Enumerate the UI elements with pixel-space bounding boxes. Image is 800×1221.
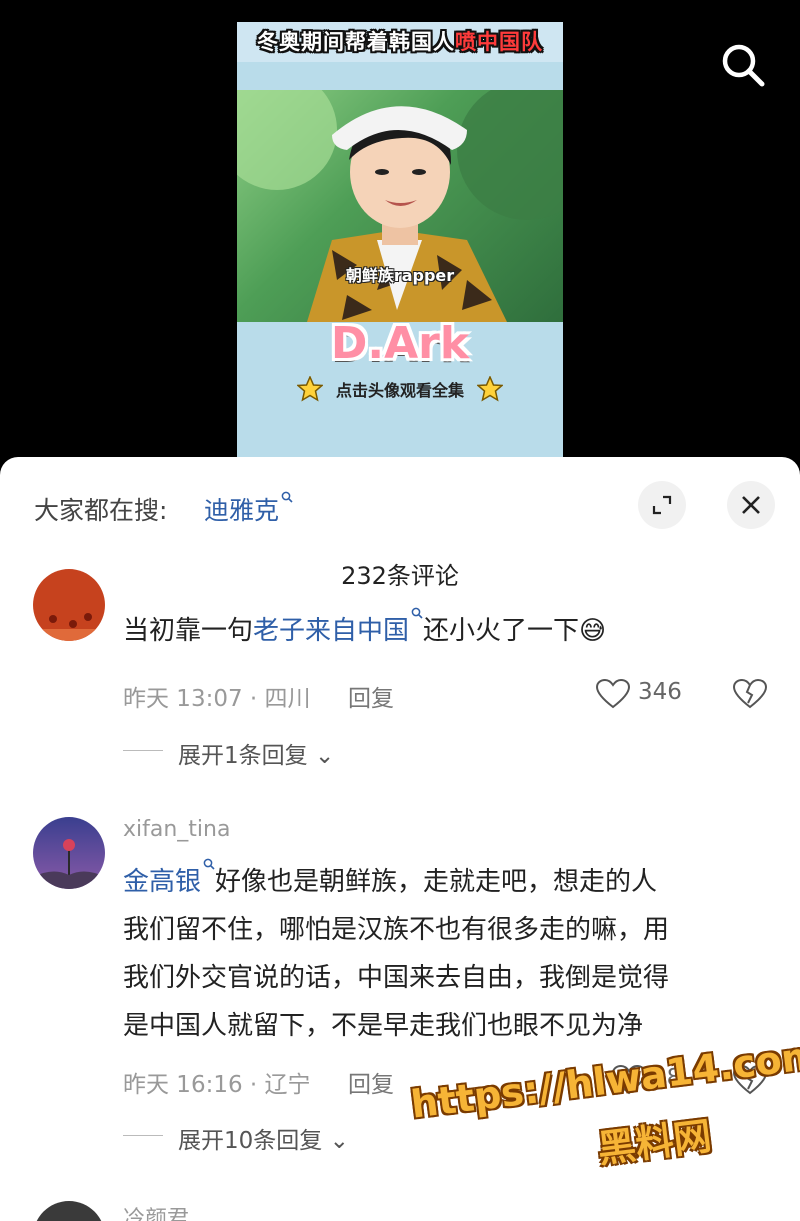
video-banner: 冬奥期间帮着韩国人喷中国队 <box>237 22 563 62</box>
comment-keyword-link[interactable]: 老子来自中国 <box>253 607 423 646</box>
search-icon <box>722 44 765 87</box>
like-button[interactable] <box>595 678 631 713</box>
search-button[interactable] <box>718 40 768 90</box>
comment-meta: 昨天 16:16 · 辽宁 <box>123 1072 311 1098</box>
like-count: 98 <box>652 1065 682 1091</box>
dislike-button[interactable] <box>732 1064 768 1099</box>
expand-icon <box>652 495 672 515</box>
trending-label: 大家都在搜: <box>34 496 168 525</box>
dislike-button[interactable] <box>732 678 768 713</box>
close-icon <box>742 496 760 514</box>
star-icon <box>477 376 504 402</box>
video-title: D.Ark <box>330 318 470 369</box>
comment-text: 金高银 好像也是朝鲜族，走就走吧，想走的人 我们留不住，哪怕是汉族不也有很多走的嘛… <box>123 858 763 1050</box>
reply-button[interactable]: 回复 <box>348 1065 394 1099</box>
search-icon <box>281 491 293 503</box>
reply-button[interactable]: 回复 <box>348 679 394 713</box>
heart-icon <box>595 678 631 709</box>
sheet-header: 大家都在搜: 迪雅克 232条评论 <box>0 457 800 590</box>
chevron-down-icon: ⌄ <box>314 743 335 769</box>
avatar-image <box>33 817 105 889</box>
like-count: 346 <box>638 679 682 705</box>
video-hint: 点击头像观看全集 <box>237 376 563 406</box>
person-photo <box>237 90 563 322</box>
video-banner-text: 冬奥期间帮着韩国人喷中国队 <box>257 30 543 54</box>
expand-sheet-button[interactable] <box>638 481 686 529</box>
chevron-down-icon: ⌄ <box>329 1128 349 1154</box>
comment-text: 当初靠一句老子来自中国 还小火了一下😅 <box>123 607 763 655</box>
expand-divider <box>123 1135 163 1136</box>
video-photo <box>237 90 563 322</box>
comment-meta: 昨天 13:07 · 四川 <box>123 686 311 712</box>
expand-replies-button[interactable]: 展开10条回复 ⌄ <box>178 1121 349 1155</box>
trending-keyword: 迪雅克 <box>204 496 280 525</box>
avatar[interactable] <box>33 1201 105 1221</box>
avatar[interactable] <box>33 817 105 889</box>
video-caption: 朝鲜族rapper <box>345 266 455 285</box>
emoji: 😅 <box>579 616 607 646</box>
comment-sheet: 大家都在搜: 迪雅克 232条评论 当初靠一句老子来自中国 还小火了一下😅 昨天… <box>0 457 800 1221</box>
comment-keyword-link[interactable]: 金高银 <box>123 858 215 897</box>
star-icon <box>296 376 323 402</box>
video-hint-text: 点击头像观看全集 <box>335 381 464 400</box>
search-icon <box>411 607 423 619</box>
expand-replies-button[interactable]: 展开1条回复 ⌄ <box>178 736 334 770</box>
avatar-image <box>33 569 105 641</box>
avatar[interactable] <box>33 569 105 641</box>
broken-heart-icon <box>732 1064 768 1095</box>
search-icon <box>203 858 215 870</box>
username[interactable]: xifan_tina <box>123 817 230 842</box>
like-button[interactable] <box>611 1064 647 1099</box>
heart-icon <box>611 1064 647 1095</box>
username[interactable]: 冷颜君 <box>123 1201 189 1221</box>
comment-count: 232条评论 <box>341 562 459 590</box>
broken-heart-icon <box>732 678 768 709</box>
video-thumbnail[interactable]: 冬奥期间帮着韩国人喷中国队 朝鲜族rapper D.Ark 点击头像观看全集 <box>237 22 563 462</box>
video-area: 冬奥期间帮着韩国人喷中国队 朝鲜族rapper D.Ark 点击头像观看全集 <box>0 0 800 470</box>
close-sheet-button[interactable] <box>727 481 775 529</box>
trending-keyword-link[interactable]: 迪雅克 <box>204 491 293 527</box>
expand-divider <box>123 750 163 751</box>
